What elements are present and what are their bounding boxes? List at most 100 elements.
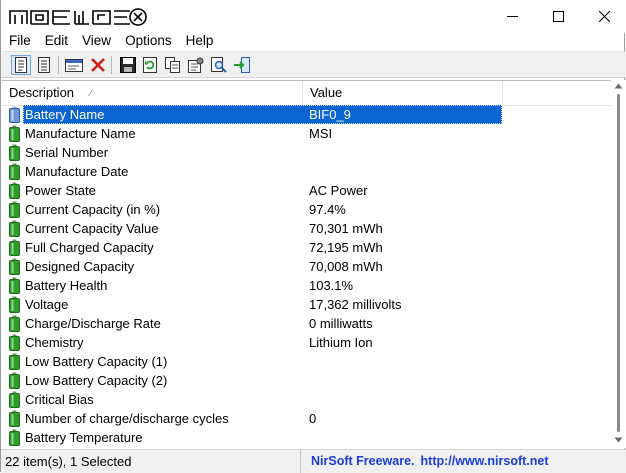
credit-url: http://www.nirsoft.net xyxy=(420,454,549,468)
table-row[interactable]: Battery Temperature xyxy=(2,428,611,447)
row-description: Battery Health xyxy=(25,278,108,293)
copy-button[interactable] xyxy=(163,55,183,75)
menu-bar: File Edit View Options Help xyxy=(1,31,626,51)
html-report-button[interactable] xyxy=(11,55,31,75)
battery-icon xyxy=(9,239,20,256)
menu-options[interactable]: Options xyxy=(118,31,179,51)
column-header-value[interactable]: Value xyxy=(303,81,503,105)
battery-icon xyxy=(9,372,20,389)
table-row[interactable]: Manufacture Name MSI xyxy=(2,124,611,143)
app-window: File Edit View Options Help Description … xyxy=(0,0,626,473)
battery-icon xyxy=(9,315,20,332)
close-button[interactable] xyxy=(581,0,626,32)
menu-help[interactable]: Help xyxy=(179,31,221,51)
table-row[interactable]: Manufacture Date xyxy=(2,162,611,181)
row-value: 0 xyxy=(309,411,317,426)
maximize-icon xyxy=(552,10,564,22)
scrollbar-thumb[interactable] xyxy=(617,94,620,432)
table-row[interactable]: Serial Number xyxy=(2,143,611,162)
battery-icon xyxy=(9,182,20,199)
refresh-button[interactable] xyxy=(140,55,160,75)
row-value: 0 milliwatts xyxy=(309,316,373,331)
row-description: Current Capacity Value xyxy=(25,221,159,236)
row-description: Battery Temperature xyxy=(25,430,143,445)
table-row[interactable]: Number of charge/discharge cycles 0 xyxy=(2,409,611,428)
text-report-button[interactable] xyxy=(34,55,54,75)
row-description: Number of charge/discharge cycles xyxy=(25,411,229,426)
toolbar-separator xyxy=(58,56,59,74)
maximize-button[interactable] xyxy=(535,0,581,32)
app-logo-icon xyxy=(9,8,147,26)
table-row[interactable]: Power State AC Power xyxy=(2,181,611,200)
refresh-icon xyxy=(143,57,157,73)
battery-icon xyxy=(9,277,20,294)
minimize-icon xyxy=(506,15,518,17)
title-bar[interactable] xyxy=(1,0,626,33)
row-value: 70,008 mWh xyxy=(309,259,383,274)
menu-file[interactable]: File xyxy=(1,31,38,51)
copy-icon xyxy=(165,57,180,73)
row-description: Current Capacity (in %) xyxy=(25,202,161,217)
toolbar xyxy=(1,51,626,78)
nirsoft-credit-link[interactable]: NirSoft Freeware. http://www.nirsoft.net xyxy=(311,450,549,473)
battery-icon xyxy=(9,391,20,408)
battery-icon xyxy=(9,410,20,427)
table-row[interactable]: Full Charged Capacity 72,195 mWh xyxy=(2,238,611,257)
row-description: Chemistry xyxy=(25,335,84,350)
row-description: Voltage xyxy=(25,297,69,312)
battery-icon xyxy=(9,220,20,237)
html-report-icon xyxy=(15,57,27,73)
delete-button[interactable] xyxy=(88,55,108,75)
column-header-description[interactable]: Description ⁄ xyxy=(2,81,303,105)
find-button[interactable] xyxy=(209,55,229,75)
menu-edit[interactable]: Edit xyxy=(38,31,75,51)
row-value: Lithium Ion xyxy=(309,335,373,350)
find-icon xyxy=(211,57,227,73)
table-row[interactable]: Battery Health 103.1% xyxy=(2,276,611,295)
scroll-down-icon[interactable] xyxy=(614,436,623,444)
battery-icon xyxy=(9,201,20,218)
row-value: 70,301 mWh xyxy=(309,221,383,236)
table-row[interactable]: Current Capacity Value 70,301 mWh xyxy=(2,219,611,238)
properties-button[interactable] xyxy=(64,55,84,75)
list-rows: Battery Name BIF0_9 Manufacture Name MSI Ser… xyxy=(2,105,611,447)
exit-icon xyxy=(234,57,250,73)
vertical-scrollbar[interactable] xyxy=(611,80,626,448)
toolbar-separator xyxy=(111,56,112,74)
row-description: Low Battery Capacity (2) xyxy=(25,373,168,388)
table-row[interactable]: Battery Name BIF0_9 xyxy=(2,105,611,124)
sort-ascending-icon: ⁄ xyxy=(90,88,92,98)
row-description: Low Battery Capacity (1) xyxy=(25,354,168,369)
exit-button[interactable] xyxy=(232,55,252,75)
properties-icon xyxy=(65,59,83,72)
row-description: Power State xyxy=(25,183,96,198)
scroll-up-icon[interactable] xyxy=(614,82,623,90)
battery-icon xyxy=(9,106,20,123)
table-row[interactable]: Low Battery Capacity (2) xyxy=(2,371,611,390)
table-row[interactable]: Chemistry Lithium Ion xyxy=(2,333,611,352)
table-row[interactable]: Current Capacity (in %) 97.4% xyxy=(2,200,611,219)
menu-view[interactable]: View xyxy=(75,31,118,51)
row-value: MSI xyxy=(309,126,333,141)
row-value: 17,362 millivolts xyxy=(309,297,402,312)
row-value: 103.1% xyxy=(309,278,354,293)
row-description: Serial Number xyxy=(25,145,109,160)
table-row[interactable]: Designed Capacity 70,008 mWh xyxy=(2,257,611,276)
row-value: BIF0_9 xyxy=(309,107,351,122)
list-header: Description ⁄ Value xyxy=(2,81,611,106)
table-row[interactable]: Low Battery Capacity (1) xyxy=(2,352,611,371)
credit-name: NirSoft Freeware. xyxy=(311,454,415,468)
table-row[interactable]: Critical Bias xyxy=(2,390,611,409)
battery-icon xyxy=(9,353,20,370)
table-row[interactable]: Charge/Discharge Rate 0 milliwatts xyxy=(2,314,611,333)
column-header-description-label: Description xyxy=(9,85,75,100)
save-button[interactable] xyxy=(118,55,138,75)
battery-icon xyxy=(9,125,20,142)
options-button[interactable] xyxy=(186,55,206,75)
row-value: AC Power xyxy=(309,183,368,198)
table-row[interactable]: Voltage 17,362 millivolts xyxy=(2,295,611,314)
column-header-value-label: Value xyxy=(310,85,343,100)
battery-icon xyxy=(9,258,20,275)
minimize-button[interactable] xyxy=(489,0,535,32)
battery-info-list[interactable]: Description ⁄ Value Battery Name BIF0_9 Ma… xyxy=(2,80,611,449)
